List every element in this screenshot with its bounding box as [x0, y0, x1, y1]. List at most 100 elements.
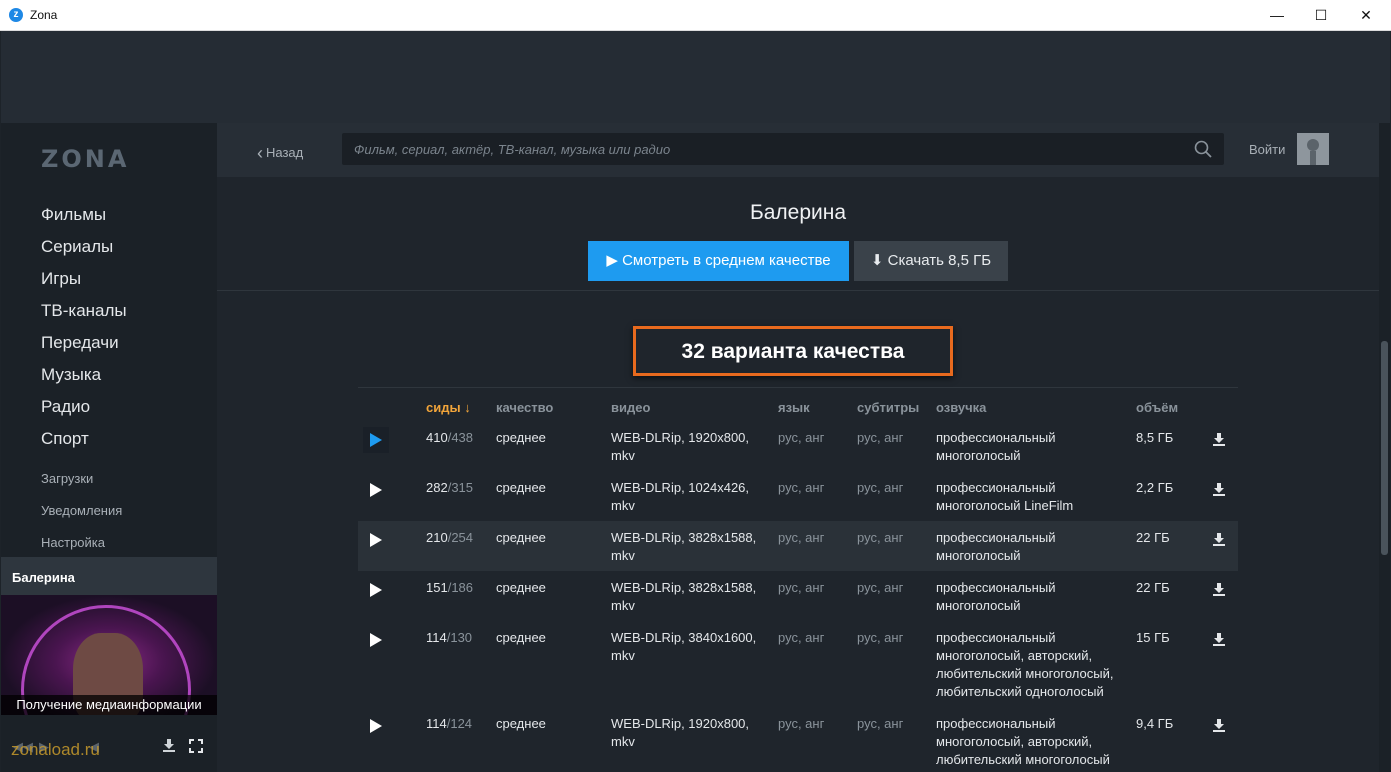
sidebar-item-shows[interactable]: Передачи: [41, 333, 119, 353]
quality-cell: среднее: [496, 480, 546, 495]
variants-count-label: 32 варианта качества: [681, 340, 905, 363]
language-cell: рус, анг: [778, 480, 825, 495]
download-icon[interactable]: [1213, 483, 1225, 501]
window-title: Zona: [30, 8, 58, 22]
table-divider: [358, 387, 1238, 388]
user-silhouette-icon: [1307, 139, 1319, 165]
play-triangle-icon: ▶: [606, 252, 623, 269]
table-row[interactable]: 210/254 среднее WEB-DLRip, 3828x1588, mk…: [358, 521, 1238, 571]
size-cell: 22 ГБ: [1136, 530, 1170, 545]
row-play-button[interactable]: [363, 577, 389, 603]
zona-logo[interactable]: ZONA: [41, 145, 129, 173]
minimize-button[interactable]: —: [1254, 0, 1300, 31]
subtitles-cell: рус, анг: [857, 630, 904, 645]
main-content: Балерина ▶ Смотреть в среднем качестве ⬇…: [217, 177, 1379, 772]
avatar[interactable]: [1297, 133, 1329, 165]
row-play-button[interactable]: [363, 527, 389, 553]
column-header-voiceover[interactable]: озвучка: [936, 400, 986, 415]
watch-button[interactable]: ▶ Смотреть в среднем качестве: [588, 241, 849, 281]
login-link[interactable]: Войти: [1249, 142, 1285, 157]
sidebar-item-films[interactable]: Фильмы: [41, 205, 106, 225]
quality-cell: среднее: [496, 430, 546, 445]
sidebar: ZONA Фильмы Сериалы Игры ТВ-каналы Перед…: [1, 123, 217, 772]
download-icon[interactable]: [1213, 719, 1225, 737]
subtitles-cell: рус, анг: [857, 480, 904, 495]
size-cell: 15 ГБ: [1136, 630, 1170, 645]
table-row[interactable]: 114/130 среднее WEB-DLRip, 3840x1600, mk…: [358, 621, 1238, 707]
now-playing-title: Балерина: [12, 570, 75, 585]
sidebar-item-radio[interactable]: Радио: [41, 397, 90, 417]
download-button[interactable]: ⬇ Скачать 8,5 ГБ: [854, 241, 1008, 281]
video-cell: WEB-DLRip, 1920x800, mkv: [611, 430, 750, 463]
play-icon: [370, 533, 382, 547]
sidebar-item-notifications[interactable]: Уведомления: [41, 503, 122, 518]
download-icon[interactable]: [1213, 633, 1225, 651]
subtitles-cell: рус, анг: [857, 580, 904, 595]
play-icon: [370, 433, 382, 447]
seeds-cell: 210/254: [426, 530, 474, 545]
search-input[interactable]: [354, 133, 1174, 165]
media-info-caption: Получение медиаинформации: [1, 695, 217, 715]
column-header-video[interactable]: видео: [611, 400, 650, 415]
subtitles-cell: рус, анг: [857, 716, 904, 731]
sidebar-item-settings[interactable]: Настройка: [41, 535, 105, 550]
vertical-scrollbar[interactable]: [1379, 123, 1390, 772]
close-button[interactable]: ✕: [1343, 0, 1389, 31]
column-header-subtitles[interactable]: субтитры: [857, 400, 919, 415]
sidebar-item-music[interactable]: Музыка: [41, 365, 101, 385]
language-cell: рус, анг: [778, 530, 825, 545]
download-icon[interactable]: [1213, 433, 1225, 451]
table-row[interactable]: 282/315 среднее WEB-DLRip, 1024x426, mkv…: [358, 471, 1238, 521]
table-row[interactable]: 151/186 среднее WEB-DLRip, 3828x1588, mk…: [358, 571, 1238, 621]
sidebar-item-series[interactable]: Сериалы: [41, 237, 113, 257]
row-play-button[interactable]: [363, 627, 389, 653]
table-row[interactable]: 114/124 среднее WEB-DLRip, 1920x800, mkv…: [358, 707, 1238, 772]
search-box: [342, 133, 1224, 165]
language-cell: рус, анг: [778, 580, 825, 595]
seeds-cell: 410/438: [426, 430, 474, 445]
sidebar-item-games[interactable]: Игры: [41, 269, 81, 289]
row-play-button[interactable]: [363, 477, 389, 503]
video-cell: WEB-DLRip, 3840x1600, mkv: [611, 630, 757, 663]
play-icon: [370, 583, 382, 597]
voiceover-cell: профессиональный многоголосый: [936, 530, 1056, 563]
fullscreen-icon[interactable]: [189, 739, 203, 756]
download-label: Скачать 8,5 ГБ: [887, 252, 992, 269]
seeds-cell: 114/130: [426, 630, 473, 645]
voiceover-cell: профессиональный многоголосый: [936, 580, 1056, 613]
voiceover-cell: профессиональный многоголосый, авторский…: [936, 716, 1110, 767]
row-play-button[interactable]: [363, 427, 389, 453]
movie-title: Балерина: [749, 201, 847, 224]
back-button[interactable]: ‹ Назад: [257, 141, 303, 163]
now-playing-poster[interactable]: Получение медиаинформации: [1, 595, 217, 715]
video-cell: WEB-DLRip, 1024x426, mkv: [611, 480, 750, 513]
download-icon[interactable]: [163, 739, 175, 755]
seeds-cell: 151/186: [426, 580, 474, 595]
window-titlebar: z Zona — ☐ ✕: [0, 0, 1391, 31]
quality-cell: среднее: [496, 630, 546, 645]
video-cell: WEB-DLRip, 3828x1588, mkv: [611, 580, 757, 613]
quality-cell: среднее: [496, 580, 546, 595]
download-icon[interactable]: [1213, 583, 1225, 601]
table-row[interactable]: 410/438 среднее WEB-DLRip, 1920x800, mkv…: [358, 421, 1238, 471]
maximize-button[interactable]: ☐: [1298, 0, 1344, 31]
sidebar-item-tv[interactable]: ТВ-каналы: [41, 301, 127, 321]
sidebar-item-downloads[interactable]: Загрузки: [41, 471, 93, 486]
column-header-quality[interactable]: качество: [496, 400, 553, 415]
seeds-cell: 282/315: [426, 480, 474, 495]
row-play-button[interactable]: [363, 713, 389, 739]
chevron-left-icon: ‹: [257, 143, 263, 163]
column-header-seeds[interactable]: сиды ↓: [426, 400, 471, 415]
quality-cell: среднее: [496, 716, 546, 731]
top-banner-area: [1, 31, 1390, 123]
download-icon[interactable]: [1213, 533, 1225, 551]
now-playing-bar[interactable]: Балерина: [1, 557, 217, 595]
search-icon[interactable]: [1194, 140, 1212, 158]
column-header-language[interactable]: язык: [778, 400, 810, 415]
scrollbar-thumb[interactable]: [1381, 341, 1388, 555]
sidebar-item-sport[interactable]: Спорт: [41, 429, 89, 449]
size-cell: 8,5 ГБ: [1136, 430, 1174, 445]
download-arrow-icon: ⬇: [870, 252, 888, 269]
play-icon: [370, 633, 382, 647]
column-header-size[interactable]: объём: [1136, 400, 1178, 415]
